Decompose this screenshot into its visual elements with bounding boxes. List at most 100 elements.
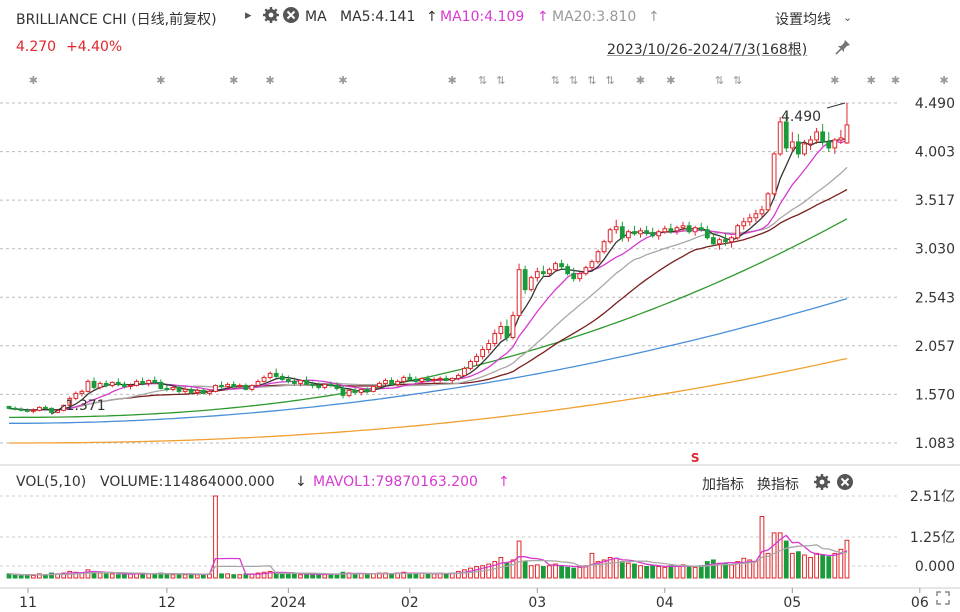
volume-bar [808,557,813,579]
volume-bar [650,565,656,579]
volume-bar [723,563,728,579]
volume-bar [164,573,170,579]
volume-bar [771,532,777,579]
volume-bar [213,495,218,579]
volume-close-icon[interactable] [836,473,854,495]
candle-body [413,378,419,382]
candle-body [583,267,589,275]
x-tick-label: 02 [401,595,419,611]
candle-body [674,227,680,232]
candle-body [115,381,121,385]
close-icon[interactable] [282,6,300,28]
low-price-label: 1.371 [66,398,106,414]
candle-body [431,378,437,381]
volume-bar [516,540,522,579]
volume-bar [796,551,801,579]
volume-bar [565,566,571,579]
volume-tick-label: 1.25亿 [910,530,955,546]
y-tick-label: 4.490 [915,96,955,112]
candle-body [814,131,819,141]
pin-icon[interactable] [834,38,852,60]
ma10-line [8,139,848,411]
volume-bar [753,561,759,579]
candle-body [18,408,24,411]
candle-body [656,231,662,237]
play-icon[interactable]: ▸ [245,8,252,23]
ma5-line [8,137,848,411]
ma10-value: MA10:4.109 [440,9,525,25]
time-x-axis: 11122024020304050607 [19,588,929,611]
candle-body [619,226,625,239]
event-marker: ⇅ [496,74,505,87]
volume-gear-icon[interactable] [813,473,831,495]
switch-indicator-button[interactable]: 换指标 [757,474,799,494]
event-marker: ✱ [266,74,275,87]
candle-body [553,263,558,271]
candle-body [704,229,710,239]
candle-body [547,269,552,275]
add-indicator-button[interactable]: 加指标 [702,474,744,494]
volume-bar [425,573,431,579]
volume-bar [182,574,188,579]
candle-body [146,379,152,384]
volume-bar [115,574,121,579]
y-tick-label: 1.570 [915,387,955,403]
volume-bar [741,557,747,579]
volume-bar [18,575,24,579]
candle-body [480,348,486,357]
candle-body [783,121,789,149]
gear-icon[interactable] [262,6,280,28]
candle-body [832,139,838,149]
y-tick-label: 2.057 [915,339,955,355]
volume-bar [109,573,115,579]
volume-bar [553,563,558,579]
volume-bar [692,566,698,579]
volume-bar [85,569,91,579]
y-tick-label: 2.543 [915,290,955,306]
candle-body [6,405,12,409]
chevron-down-icon[interactable]: ⌄ [843,11,852,24]
ma-settings-button[interactable]: 设置均线 [775,9,831,29]
event-marker: ⇅ [569,74,578,87]
expand-icon[interactable] [935,590,951,610]
price-annotations: 4.490 1.371 [51,102,846,415]
candle-body [389,379,394,385]
candle-body [225,383,231,387]
y-tick-label: 3.517 [915,193,955,209]
volume-bar [638,565,643,579]
date-range[interactable]: 2023/10/26-2024/7/3(168根) [607,39,807,59]
candle-body [638,230,643,235]
candle-body [601,241,607,253]
candle-body [322,383,328,388]
candle-body [12,407,18,410]
candle-body [237,384,243,387]
volume-bar [783,540,789,579]
candle-body [24,409,30,412]
volume-bar [571,567,577,579]
candle-body [152,379,158,383]
volume-bar [285,573,291,579]
x-tick-label: 03 [528,595,546,611]
event-marker: ✱ [156,74,165,87]
candle-body [188,388,194,393]
event-marker: ⇅ [478,74,487,87]
ma5-value: MA5:4.141 [340,9,416,25]
candle-body [298,379,303,384]
price-change: +4.40% [66,39,123,55]
volume-bar [292,573,297,579]
event-marker: ✱ [867,74,876,87]
candle-body [504,326,510,339]
volume-bar [662,566,668,579]
volume-bar [686,566,692,579]
price-y-axis: 4.490 4.003 3.517 3.030 2.543 2.057 1.570 1.083 [915,96,955,452]
candle-body [462,367,467,376]
volume-bar [668,565,674,579]
volume-bar [12,574,18,579]
candle-body [808,139,813,145]
candle-body [534,271,540,279]
mavol1-arrow-icon: ↑ [498,474,510,490]
candle-body [377,382,382,387]
volume-bar [619,561,625,579]
x-tick-label: 11 [19,595,37,611]
volume-bar [644,566,649,579]
